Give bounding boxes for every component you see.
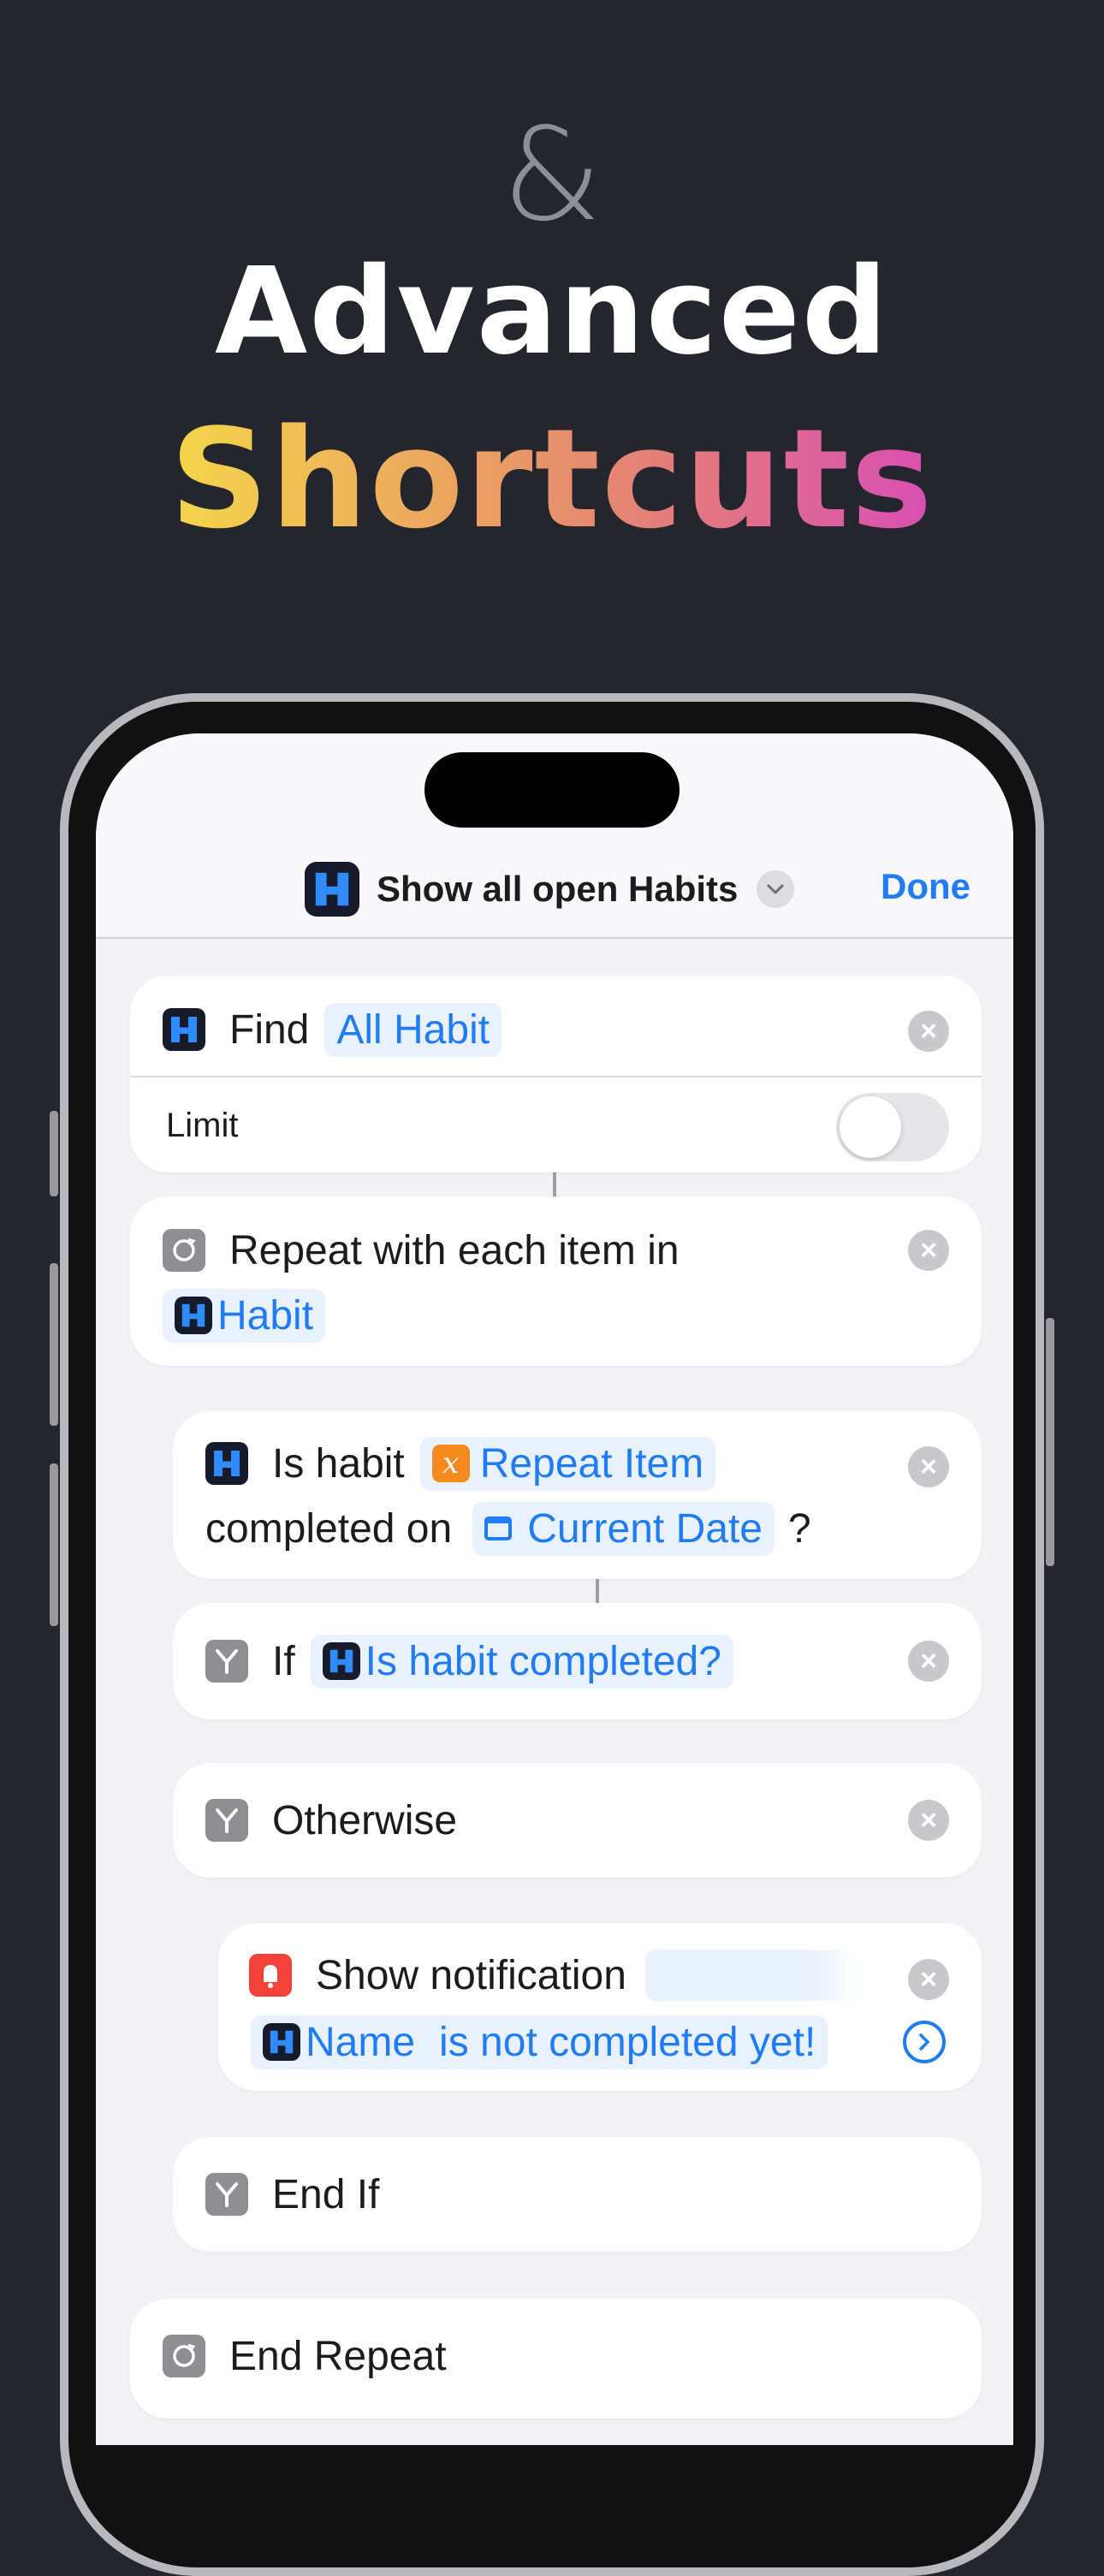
habit-app-icon xyxy=(263,2023,300,2061)
headline-advanced: Advanced xyxy=(214,242,890,382)
is-habit-label: Is habit xyxy=(272,1440,405,1487)
phone-screen: Show all open Habits Done Find All Habit… xyxy=(96,733,1013,2445)
end-if-row: End If xyxy=(205,2166,379,2223)
notification-title-field[interactable] xyxy=(644,1950,859,2001)
repeat-token-label: Habit xyxy=(217,1292,314,1338)
otherwise-label: Otherwise xyxy=(272,1797,458,1843)
is-habit-row: Is habit x Repeat Item xyxy=(205,1435,716,1492)
end-if-label: End If xyxy=(272,2171,380,2217)
shortcut-navbar: Show all open Habits Done xyxy=(96,733,1013,939)
current-date-label: Current Date xyxy=(527,1505,763,1552)
notification-body-text: is not completed yet! xyxy=(439,2019,816,2065)
if-action-card: If Is habit completed? × xyxy=(173,1603,982,1719)
branch-icon xyxy=(205,2173,248,2216)
repeat-token-row: Habit xyxy=(147,1287,326,1344)
repeat-action-card: Repeat with each item in Habit × xyxy=(130,1196,982,1366)
remove-action-icon[interactable]: × xyxy=(908,1011,949,1052)
branch-icon xyxy=(205,1640,248,1683)
if-condition-token[interactable]: Is habit completed? xyxy=(310,1634,733,1689)
find-action-card: Find All Habit × Limit xyxy=(130,976,982,1172)
repeat-item-token[interactable]: x Repeat Item xyxy=(419,1436,716,1491)
find-label: Find xyxy=(229,1006,310,1053)
remove-action-icon[interactable]: × xyxy=(908,1230,949,1271)
name-token-label: Name xyxy=(306,2019,416,2065)
calendar-icon xyxy=(484,1517,513,1540)
action-button xyxy=(50,1111,58,1196)
repeat-token[interactable]: Habit xyxy=(163,1288,326,1343)
notification-label: Show notification xyxy=(316,1952,626,1998)
notification-body-row: Name is not completed yet! xyxy=(235,2014,828,2070)
chevron-down-icon[interactable] xyxy=(757,870,795,908)
notification-action-card: Show notification Name is not completed … xyxy=(218,1923,982,2091)
remove-action-icon[interactable]: × xyxy=(908,1446,949,1487)
completed-on-label: completed on xyxy=(205,1505,453,1552)
completed-on-row: completed on Current Date ? xyxy=(205,1500,811,1557)
habit-app-icon xyxy=(322,1642,360,1680)
shortcut-title: Show all open Habits xyxy=(377,869,739,909)
connector-line xyxy=(553,1172,556,1196)
repeat-icon xyxy=(163,1229,205,1272)
find-token[interactable]: All Habit xyxy=(324,1002,502,1057)
headline-shortcuts: Shortcuts xyxy=(0,407,1104,552)
otherwise-action-card: Otherwise × xyxy=(173,1763,982,1878)
remove-action-icon[interactable]: × xyxy=(908,1800,949,1841)
find-row: Find All Habit xyxy=(163,1001,502,1058)
ampersand-heading: & xyxy=(502,101,602,250)
dynamic-island xyxy=(424,752,680,828)
show-more-icon[interactable] xyxy=(903,2021,946,2063)
power-button xyxy=(1046,1318,1054,1566)
if-row: If Is habit completed? xyxy=(205,1633,733,1689)
notification-icon xyxy=(249,1954,292,1997)
volume-down-button xyxy=(50,1463,58,1626)
repeat-row: Repeat with each item in xyxy=(163,1222,680,1279)
current-date-token[interactable]: Current Date xyxy=(472,1501,775,1556)
notification-row: Show notification xyxy=(249,1947,859,2003)
repeat-icon xyxy=(163,2335,205,2377)
branch-icon xyxy=(205,1799,248,1842)
repeat-item-label: Repeat Item xyxy=(479,1440,704,1487)
remove-action-icon[interactable]: × xyxy=(908,1641,949,1682)
limit-toggle[interactable] xyxy=(836,1093,949,1161)
headline-shortcuts-text: Shortcuts xyxy=(169,399,935,559)
otherwise-row: Otherwise xyxy=(205,1792,457,1849)
end-repeat-label: End Repeat xyxy=(229,2333,447,2379)
if-label: If xyxy=(272,1638,295,1684)
end-if-action-card: End If xyxy=(173,2137,982,2252)
done-button[interactable]: Done xyxy=(881,866,970,907)
habit-app-icon xyxy=(175,1297,212,1334)
question-mark: ? xyxy=(787,1505,811,1552)
habit-app-icon xyxy=(163,1008,205,1051)
limit-label: Limit xyxy=(166,1106,239,1144)
end-repeat-action-card: End Repeat xyxy=(130,2299,982,2419)
habit-app-icon xyxy=(205,1442,248,1485)
variable-icon: x xyxy=(431,1445,470,1482)
divider xyxy=(130,1076,982,1077)
is-habit-action-card: Is habit x Repeat Item completed on Curr… xyxy=(173,1411,982,1579)
volume-up-button xyxy=(50,1263,58,1426)
remove-action-icon[interactable]: × xyxy=(908,1959,949,2000)
notification-body-token[interactable]: Name is not completed yet! xyxy=(251,2015,828,2069)
connector-line xyxy=(596,1579,599,1603)
repeat-label: Repeat with each item in xyxy=(229,1227,680,1273)
if-condition-label: Is habit completed? xyxy=(365,1638,721,1684)
habit-app-icon xyxy=(305,862,359,917)
end-repeat-row: End Repeat xyxy=(163,2328,447,2384)
shortcut-title-menu[interactable]: Show all open Habits xyxy=(305,862,795,917)
